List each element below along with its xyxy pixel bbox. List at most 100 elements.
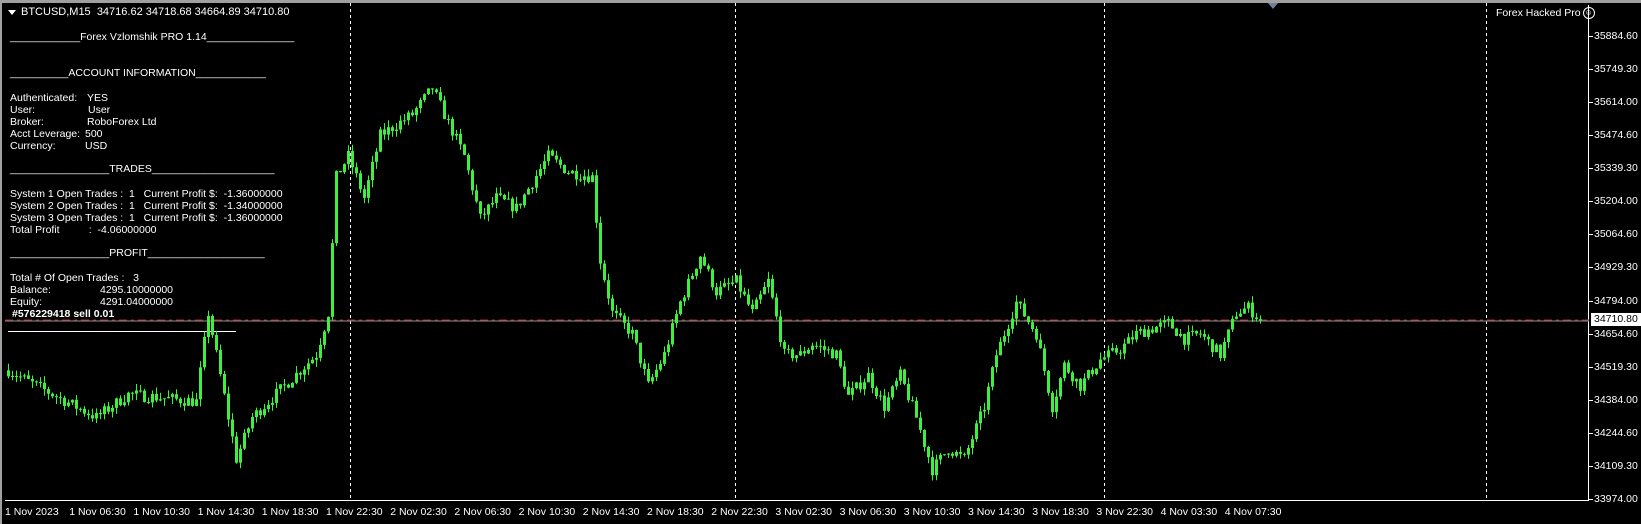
candle-body — [651, 377, 654, 382]
candle-body — [987, 386, 990, 410]
candle-body — [1087, 370, 1090, 379]
candle-body — [211, 315, 214, 335]
candle-body — [371, 161, 374, 181]
price-tick-label: 35204.00 — [1594, 195, 1638, 208]
price-tick — [1589, 366, 1593, 368]
ohlc-values: 34716.62 34718.68 34664.89 34710.80 — [96, 6, 290, 18]
candle-body — [123, 402, 126, 406]
equity-value: 4291.04000000 — [100, 296, 173, 308]
time-tick-label: 2 Nov 10:30 — [518, 506, 576, 518]
candle-body — [543, 161, 546, 169]
candle-body — [463, 144, 466, 155]
candle-body — [227, 393, 230, 420]
collapse-triangle-icon[interactable] — [8, 9, 16, 15]
candle-body — [327, 316, 330, 332]
candle-body — [19, 376, 22, 378]
candle-body — [1223, 342, 1226, 359]
time-tick-label: 3 Nov 18:30 — [1032, 506, 1089, 518]
candle-body — [407, 112, 410, 121]
time-tick-label: 2 Nov 14:30 — [582, 506, 640, 518]
candle-body — [303, 369, 306, 375]
price-tick-label: 35339.30 — [1594, 162, 1638, 175]
candle-body — [511, 198, 514, 212]
order-label[interactable]: #576229418 sell 0.01 — [12, 308, 114, 320]
candle-body — [1207, 336, 1210, 340]
candle-body — [435, 89, 438, 93]
candle-body — [1235, 316, 1238, 319]
candle-body — [871, 372, 874, 388]
candle-body — [111, 407, 114, 412]
candle-body — [567, 173, 570, 175]
candle-body — [775, 297, 778, 317]
price-tick-label: 34929.30 — [1594, 261, 1638, 274]
candle-body — [291, 382, 294, 388]
price-tick-label: 34109.30 — [1594, 459, 1638, 472]
candle-body — [631, 329, 634, 334]
candle-body — [107, 406, 110, 412]
candle-body — [1195, 330, 1198, 334]
candle-body — [1111, 348, 1114, 351]
price-tick — [1589, 168, 1593, 170]
candle-body — [219, 349, 222, 374]
candle-body — [207, 315, 210, 337]
candle-body — [563, 164, 566, 174]
price-tick — [1589, 333, 1593, 335]
chart-shift-marker-icon — [1268, 3, 1278, 9]
ea-brand: Forex Hacked Pro ☺ — [1496, 7, 1595, 20]
candle-body — [799, 351, 802, 356]
candle-body — [627, 322, 630, 334]
price-tick — [1589, 267, 1593, 269]
candle-body — [683, 297, 686, 302]
candle-body — [811, 345, 814, 350]
candle-body — [23, 375, 26, 377]
candle-body — [527, 188, 530, 195]
candle-body — [95, 412, 98, 419]
smiley-icon: ☺ — [1582, 7, 1595, 20]
candle-body — [959, 451, 962, 454]
candle-body — [339, 170, 342, 173]
candle-body — [1183, 333, 1186, 345]
candle-body — [195, 399, 198, 406]
candle-body — [943, 454, 946, 456]
candle-body — [923, 429, 926, 447]
candle-body — [887, 397, 890, 411]
time-tick-label: 1 Nov 06:30 — [69, 506, 126, 518]
candle-body — [831, 349, 834, 359]
candle-body — [719, 286, 722, 296]
candle-body — [311, 359, 314, 364]
candle-body — [595, 175, 598, 223]
candle-body — [1227, 329, 1230, 343]
candle-body — [471, 170, 474, 191]
candle-body — [1019, 301, 1022, 304]
candle-body — [979, 411, 982, 424]
candle-body — [559, 159, 562, 165]
candle-body — [507, 198, 510, 200]
time-tick-label: 2 Nov 22:30 — [711, 506, 768, 518]
price-tick-label: 34654.60 — [1594, 327, 1638, 340]
price-tick-label: 35064.60 — [1594, 228, 1638, 241]
candle-body — [635, 329, 638, 343]
candle-body — [59, 397, 62, 399]
candle-body — [991, 367, 994, 387]
candle-body — [1135, 330, 1138, 340]
candle-body — [247, 428, 250, 433]
candle-body — [467, 154, 470, 171]
candle-body — [827, 349, 830, 351]
candle-body — [863, 382, 866, 390]
candle-body — [331, 243, 334, 317]
candle-body — [883, 395, 886, 411]
candle-body — [1211, 339, 1214, 353]
candle-body — [1059, 378, 1062, 397]
trade-line-0: System 1 Open Trades : 1 Current Profit … — [10, 188, 283, 200]
candle-body — [1051, 392, 1054, 413]
candle-body — [151, 393, 154, 403]
price-tick — [1589, 399, 1593, 401]
candle-body — [483, 213, 486, 215]
candle-body — [919, 417, 922, 430]
candle-body — [739, 275, 742, 292]
candle-body — [675, 314, 678, 324]
candle-body — [451, 118, 454, 136]
time-tick-label: 1 Nov 18:30 — [261, 506, 319, 518]
candle-body — [771, 278, 774, 298]
price-tick-label: 34384.00 — [1594, 393, 1638, 406]
